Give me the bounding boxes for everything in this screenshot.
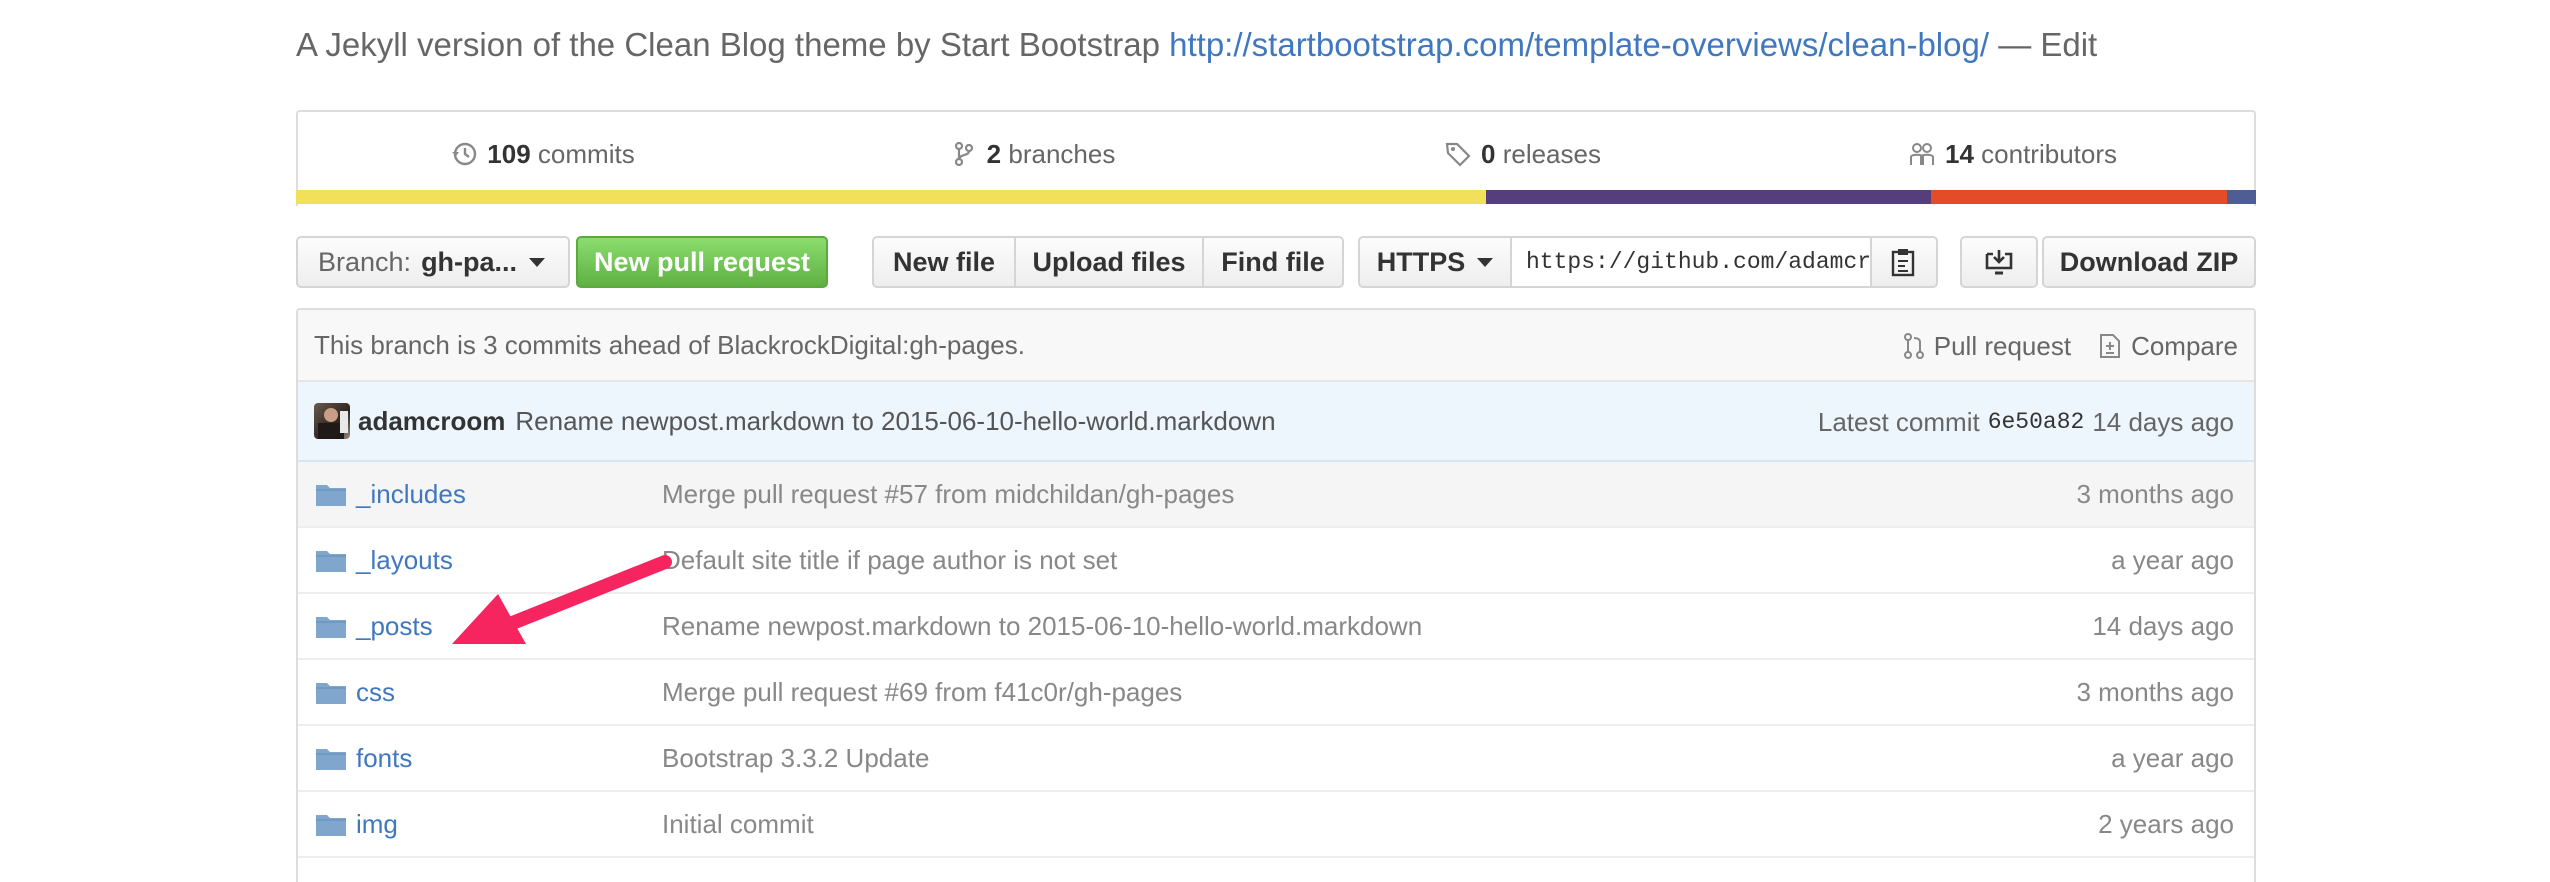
- releases-count: 0: [1481, 138, 1496, 169]
- pull-request-link[interactable]: Pull request: [1902, 331, 2071, 362]
- branch-value: gh-pa...: [421, 246, 518, 277]
- language-bar-segment[interactable]: [1930, 190, 2227, 204]
- copy-clipboard-button[interactable]: [1870, 236, 1938, 288]
- people-icon: [1910, 143, 1934, 165]
- protocol-select-button[interactable]: HTTPS: [1358, 236, 1512, 288]
- file-name-link[interactable]: css: [356, 677, 395, 708]
- clone-url-input[interactable]: https://github.com/adamcr: [1510, 236, 1872, 288]
- description-text: A Jekyll version of the Clean Blog theme…: [296, 26, 1160, 63]
- table-row[interactable]: _includes Merge pull request #57 from mid…: [298, 462, 2254, 528]
- avatar[interactable]: [314, 403, 350, 439]
- folder-icon: [316, 815, 346, 836]
- branch-icon: [954, 141, 973, 167]
- clone-url-group: HTTPS https://github.com/adamcr: [1358, 236, 1938, 288]
- file-commit-message-link[interactable]: Initial commit: [662, 809, 814, 840]
- commits-count-link[interactable]: 109 commits: [298, 112, 788, 196]
- folder-icon: [316, 617, 346, 638]
- releases-count-link[interactable]: 0 releases: [1278, 112, 1768, 196]
- file-commit-message-link[interactable]: Merge pull request #57 from midchildan/g…: [662, 479, 1234, 510]
- open-desktop-button[interactable]: [1960, 236, 2038, 288]
- file-name-link[interactable]: _posts: [356, 611, 433, 642]
- pull-request-label: Pull request: [1933, 330, 2072, 361]
- file-list: This branch is 3 commits ahead of Blackr…: [296, 308, 2256, 882]
- language-bar[interactable]: [296, 190, 2256, 204]
- commit-age: 14 days ago: [2092, 406, 2234, 437]
- file-commit-message-link[interactable]: Default site title if page author is not…: [662, 545, 1117, 576]
- branch-info-bar: This branch is 3 commits ahead of Blackr…: [298, 310, 2254, 382]
- commit-message-link[interactable]: Rename newpost.markdown to 2015-06-10-he…: [515, 406, 1275, 437]
- language-bar-segment[interactable]: [296, 190, 1486, 204]
- repo-description: A Jekyll version of the Clean Blog theme…: [296, 26, 2097, 64]
- latest-commit-label: Latest commit: [1817, 406, 1980, 437]
- new-pull-request-button[interactable]: New pull request: [576, 236, 828, 288]
- tag-icon: [1445, 142, 1471, 167]
- commits-label: commits: [537, 138, 635, 169]
- pull-request-icon: [1903, 333, 1924, 359]
- commit-author-link[interactable]: adamcroom: [358, 406, 505, 437]
- language-bar-segment[interactable]: [1485, 190, 1931, 204]
- table-row[interactable]: fonts Bootstrap 3.3.2 Update a year ago: [298, 726, 2254, 792]
- branch-select-button[interactable]: Branch: gh-pa...: [296, 236, 570, 288]
- file-age: 14 days ago: [2092, 610, 2234, 641]
- table-row[interactable]: css Merge pull request #69 from f41c0r/gh…: [298, 660, 2254, 726]
- latest-commit-bar: adamcroom Rename newpost.markdown to 201…: [298, 382, 2254, 462]
- branch-status-text: This branch is 3 commits ahead of Blackr…: [314, 329, 1025, 360]
- branches-count: 2: [986, 138, 1002, 169]
- folder-icon: [316, 683, 346, 704]
- protocol-label: HTTPS: [1376, 246, 1466, 277]
- table-row[interactable]: _layouts Default site title if page autho…: [298, 528, 2254, 594]
- releases-label: releases: [1502, 138, 1601, 169]
- contributors-label: contributors: [1981, 138, 2117, 169]
- compare-label: Compare: [2131, 330, 2238, 361]
- contributors-count-link[interactable]: 14 contributors: [1768, 112, 2258, 196]
- file-name-link[interactable]: fonts: [356, 743, 412, 774]
- file-age: 3 months ago: [2076, 676, 2234, 707]
- table-row[interactable]: _posts Rename newpost.markdown to 2015-06…: [298, 594, 2254, 660]
- edit-description-link[interactable]: — Edit: [1998, 26, 2097, 63]
- file-commit-message-link[interactable]: Merge pull request #69 from f41c0r/gh-pa…: [662, 677, 1182, 708]
- file-name-link[interactable]: _includes: [356, 479, 466, 510]
- file-age: 3 months ago: [2076, 478, 2234, 509]
- table-row[interactable]: img Initial commit 2 years ago: [298, 792, 2254, 858]
- branches-count-link[interactable]: 2 branches: [788, 112, 1278, 196]
- file-age: a year ago: [2111, 742, 2234, 773]
- clipboard-icon: [1891, 249, 1915, 277]
- folder-icon: [316, 749, 346, 770]
- language-bar-segment[interactable]: [2226, 190, 2256, 204]
- file-age: a year ago: [2111, 544, 2234, 575]
- file-name-link[interactable]: img: [356, 809, 398, 840]
- new-file-button[interactable]: New file: [872, 236, 1016, 288]
- folder-icon: [316, 551, 346, 572]
- contributors-count: 14: [1945, 138, 1974, 169]
- commit-sha-link[interactable]: 6e50a82: [1988, 409, 2085, 435]
- caret-down-icon: [1477, 257, 1494, 267]
- upload-files-button[interactable]: Upload files: [1014, 236, 1204, 288]
- desktop-download-icon: [1985, 250, 2013, 275]
- file-age: 2 years ago: [2098, 808, 2234, 839]
- file-name-link[interactable]: _layouts: [356, 545, 453, 576]
- caret-down-icon: [529, 257, 546, 267]
- commits-count: 109: [487, 138, 531, 169]
- find-file-button[interactable]: Find file: [1202, 236, 1344, 288]
- file-actions-group: New file Upload files Find file: [872, 236, 1344, 288]
- branches-label: branches: [1008, 138, 1116, 169]
- file-commit-message-link[interactable]: Bootstrap 3.3.2 Update: [662, 743, 929, 774]
- file-commit-message-link[interactable]: Rename newpost.markdown to 2015-06-10-he…: [662, 611, 1422, 642]
- homepage-link[interactable]: http://startbootstrap.com/template-overv…: [1169, 26, 1989, 63]
- compare-link[interactable]: Compare: [2097, 331, 2238, 362]
- compare-icon: [2100, 334, 2121, 358]
- branch-label: Branch:: [318, 246, 412, 277]
- download-zip-button[interactable]: Download ZIP: [2042, 236, 2256, 288]
- folder-icon: [316, 485, 346, 506]
- history-icon: [452, 142, 477, 166]
